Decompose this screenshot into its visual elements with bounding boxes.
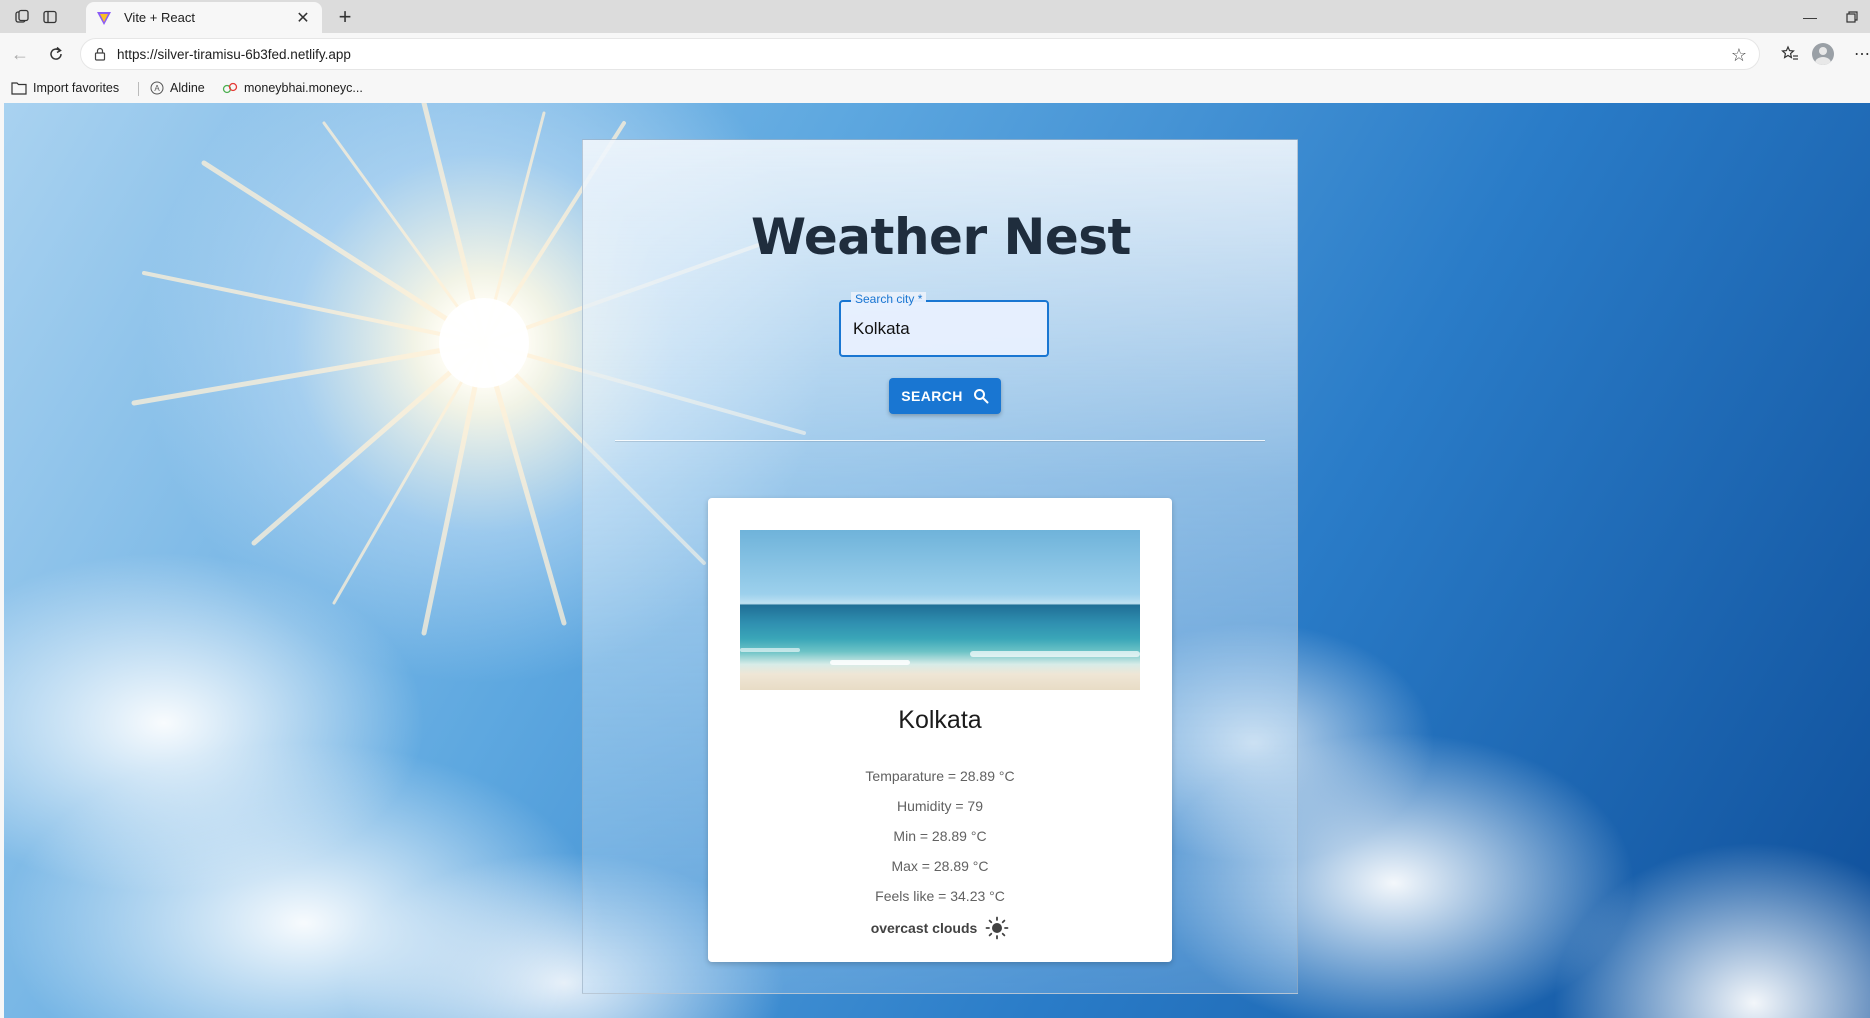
close-tab-icon[interactable]: ✕: [294, 8, 312, 28]
reload-icon[interactable]: [44, 42, 68, 66]
bookmark-moneybhai[interactable]: moneybhai.moneyc...: [222, 81, 363, 95]
weather-panel: Weather Nest Search city * SEARCH Kolkat…: [582, 139, 1298, 994]
humidity-text: Humidity = 79: [897, 798, 983, 814]
bookmark-separator: [138, 82, 139, 96]
tab-actions-icon[interactable]: [40, 7, 60, 27]
folder-import-icon: [11, 82, 27, 95]
workspaces-icon[interactable]: [12, 7, 32, 27]
url-text: https://silver-tiramisu-6b3fed.netlify.a…: [117, 46, 351, 62]
search-button[interactable]: SEARCH: [889, 378, 1001, 414]
tab-bar: Vite + React ✕ + —: [0, 0, 1870, 33]
url-field[interactable]: https://silver-tiramisu-6b3fed.netlify.a…: [80, 38, 1760, 70]
minimize-icon[interactable]: —: [1790, 4, 1830, 30]
more-menu-icon[interactable]: ⋯: [1850, 42, 1870, 66]
lock-icon[interactable]: [93, 47, 107, 61]
max-temp-text: Max = 28.89 °C: [891, 858, 989, 874]
restore-icon[interactable]: [1832, 4, 1870, 30]
city-name: Kolkata: [898, 706, 982, 734]
bookmark-label: Import favorites: [33, 81, 120, 95]
weather-description-row: overcast clouds: [708, 916, 1172, 940]
weather-image: [740, 530, 1140, 690]
search-city-label: Search city *: [851, 292, 927, 306]
favorites-icon[interactable]: [1778, 42, 1802, 66]
svg-text:A: A: [154, 84, 160, 93]
tab-title: Vite + React: [124, 10, 195, 25]
weather-description: overcast clouds: [870, 920, 978, 936]
search-button-label: SEARCH: [901, 388, 963, 404]
page-title: Weather Nest: [751, 208, 1131, 266]
new-tab-icon[interactable]: +: [332, 4, 358, 30]
feels-like-text: Feels like = 34.23 °C: [875, 888, 1005, 904]
profile-avatar[interactable]: [1812, 43, 1834, 65]
sun-icon: [985, 916, 1009, 940]
bookmark-import-favorites[interactable]: Import favorites: [11, 81, 119, 95]
vite-logo-icon: [97, 11, 111, 25]
bookmark-label: Aldine: [170, 81, 205, 95]
back-icon[interactable]: ←: [8, 42, 32, 66]
divider: [615, 440, 1265, 441]
weather-info-card: Kolkata Temparature = 28.89 °C Humidity …: [708, 498, 1172, 962]
min-temp-text: Min = 28.89 °C: [893, 828, 987, 844]
favorite-star-icon[interactable]: ☆: [1731, 45, 1747, 66]
bookmarks-bar: Import favorites A Aldine moneybhai.mone…: [0, 75, 1870, 103]
search-icon: [973, 389, 989, 404]
bookmark-aldine[interactable]: A Aldine: [150, 81, 205, 95]
temperature-text: Temparature = 28.89 °C: [865, 768, 1015, 784]
page-background: Weather Nest Search city * SEARCH Kolkat…: [4, 103, 1870, 1018]
search-city-field[interactable]: Search city *: [839, 292, 1049, 357]
address-bar-row: ← https://silver-tiramisu-6b3fed.netlify…: [0, 33, 1870, 75]
aldine-icon: A: [150, 81, 164, 95]
bookmark-label: moneybhai.moneyc...: [244, 81, 363, 95]
moneybhai-icon: [222, 82, 238, 94]
search-city-input[interactable]: [853, 318, 1033, 340]
browser-tab-active[interactable]: Vite + React ✕: [86, 2, 322, 33]
